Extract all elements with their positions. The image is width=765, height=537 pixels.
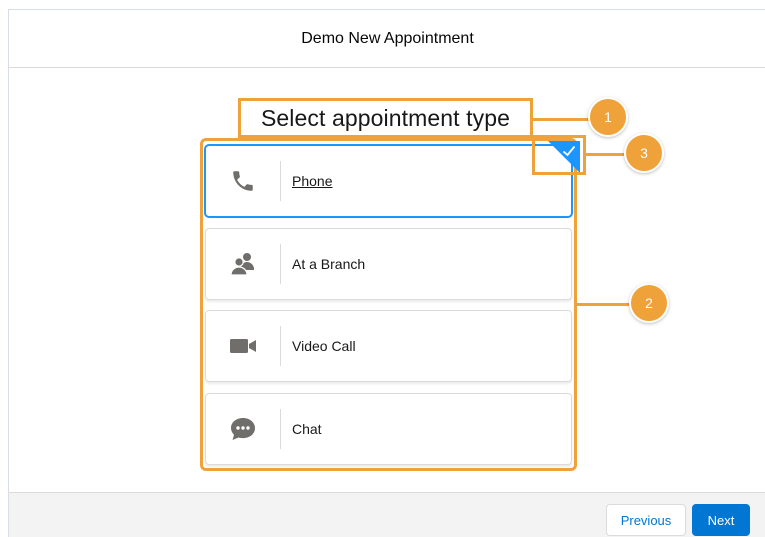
heading-annotation-box: Select appointment type: [238, 98, 533, 138]
options-annotation-box: [200, 138, 577, 471]
callout-2-leader: [577, 303, 631, 306]
callout-1-leader: [533, 118, 593, 121]
modal-header: Demo New Appointment: [9, 10, 765, 68]
page-heading: Select appointment type: [260, 104, 511, 131]
modal-title: Demo New Appointment: [301, 29, 474, 47]
modal-footer: Previous Next: [9, 492, 765, 537]
callout-1-badge: 1: [588, 97, 628, 137]
checkmark-icon: [562, 145, 576, 157]
callout-3-badge: 3: [624, 133, 664, 173]
callout-2-badge: 2: [629, 283, 669, 323]
next-button[interactable]: Next: [692, 504, 750, 536]
selected-check-annotation-box: [532, 135, 586, 175]
callout-3-leader: [586, 153, 624, 156]
previous-button[interactable]: Previous: [606, 504, 686, 536]
